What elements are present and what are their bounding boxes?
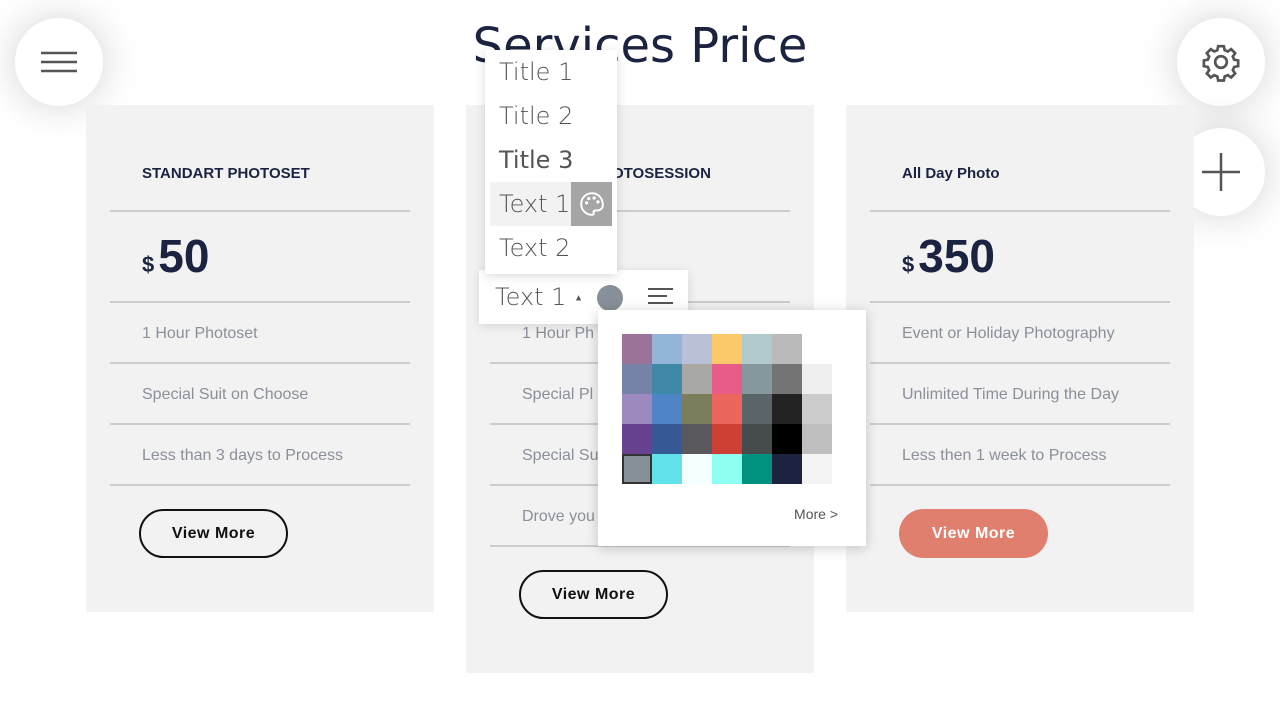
color-swatch[interactable] (772, 334, 802, 364)
currency: $ (142, 252, 155, 277)
amount: 50 (158, 230, 210, 282)
color-swatch[interactable] (772, 394, 802, 424)
feature: Unlimited Time During the Day (902, 386, 1119, 403)
feature: Special Suit on Choose (142, 386, 309, 403)
color-swatch[interactable] (802, 454, 832, 484)
settings-button[interactable] (1177, 18, 1265, 106)
pricing-card: All Day Photo $350 Event or Holiday Phot… (846, 105, 1194, 612)
menu-item-title-1[interactable]: Title 1 (485, 50, 617, 94)
style-dropdown[interactable]: Text 1 ▲ (495, 283, 583, 311)
color-swatch[interactable] (772, 364, 802, 394)
plus-icon (1202, 153, 1240, 191)
color-swatch[interactable] (772, 424, 802, 454)
color-swatch[interactable] (652, 364, 682, 394)
feature: 1 Hour Photoset (142, 325, 258, 342)
feature: Drove you (522, 508, 595, 525)
color-swatch[interactable] (742, 424, 772, 454)
price: $350 (902, 229, 995, 283)
color-swatch[interactable] (622, 394, 652, 424)
pricing-card: STANDART PHOTOSET $50 1 Hour Photoset Sp… (86, 105, 434, 612)
divider (110, 301, 410, 303)
menu-button[interactable] (15, 18, 103, 106)
color-swatch[interactable] (742, 394, 772, 424)
view-more-button[interactable]: View More (139, 509, 288, 558)
divider (870, 484, 1170, 486)
color-swatch[interactable] (652, 334, 682, 364)
hamburger-icon (41, 51, 77, 73)
divider (870, 362, 1170, 364)
color-swatch[interactable] (712, 394, 742, 424)
divider (110, 362, 410, 364)
divider (110, 484, 410, 486)
divider (110, 210, 410, 212)
color-swatch[interactable] (802, 424, 832, 454)
palette-icon (579, 192, 604, 216)
more-colors-link[interactable]: More > (794, 506, 838, 522)
feature: Less than 3 days to Process (142, 447, 343, 464)
color-swatch[interactable] (712, 454, 742, 484)
menu-item-text-2[interactable]: Text 2 (485, 226, 617, 270)
color-swatch[interactable] (802, 364, 832, 394)
feature: Special Pl (522, 386, 594, 403)
divider (870, 301, 1170, 303)
feature: Less then 1 week to Process (902, 447, 1107, 464)
caret-up-icon: ▲ (574, 293, 583, 304)
color-swatch[interactable] (682, 454, 712, 484)
menu-item-title-3[interactable]: Title 3 (485, 138, 617, 182)
card-title: STANDART PHOTOSET (142, 165, 310, 182)
color-swatch[interactable] (772, 454, 802, 484)
color-swatch[interactable] (682, 364, 712, 394)
feature: 1 Hour Ph (522, 325, 595, 342)
color-swatch[interactable] (742, 454, 772, 484)
divider (870, 210, 1170, 212)
color-swatch[interactable] (622, 454, 652, 484)
color-swatch[interactable] (682, 334, 712, 364)
card-title: All Day Photo (902, 165, 1000, 182)
color-swatch[interactable] (622, 334, 652, 364)
color-swatch[interactable] (742, 334, 772, 364)
color-button[interactable] (597, 285, 623, 311)
menu-item-text-1[interactable]: Text 1 (490, 182, 612, 226)
color-swatch[interactable] (712, 364, 742, 394)
menu-item-label: Text 1 (499, 190, 571, 218)
divider (870, 423, 1170, 425)
amount: 350 (918, 230, 995, 282)
color-swatch[interactable] (682, 424, 712, 454)
color-swatch[interactable] (652, 394, 682, 424)
card-title: OTOSESSION (612, 165, 711, 182)
color-swatch[interactable] (742, 364, 772, 394)
style-value: Text 1 (495, 283, 567, 311)
color-swatch[interactable] (712, 334, 742, 364)
color-swatch[interactable] (652, 424, 682, 454)
color-swatch[interactable] (712, 424, 742, 454)
color-picker: More > (598, 310, 866, 546)
view-more-button[interactable]: View More (519, 570, 668, 619)
gear-icon (1202, 44, 1240, 82)
palette-button[interactable] (571, 182, 612, 226)
currency: $ (902, 252, 915, 277)
color-swatch[interactable] (802, 394, 832, 424)
color-swatch[interactable] (652, 454, 682, 484)
menu-item-title-2[interactable]: Title 2 (485, 94, 617, 138)
divider (110, 423, 410, 425)
feature: Special Su (522, 447, 599, 464)
feature: Event or Holiday Photography (902, 325, 1115, 342)
color-swatch[interactable] (622, 364, 652, 394)
color-swatch[interactable] (622, 424, 652, 454)
view-more-button[interactable]: View More (899, 509, 1048, 558)
color-swatch[interactable] (682, 394, 712, 424)
style-menu: Title 1 Title 2 Title 3 Text 1 Text 2 (485, 50, 617, 274)
align-left-icon[interactable] (648, 287, 673, 307)
page-title: Services Price (472, 18, 808, 74)
price: $50 (142, 229, 209, 283)
